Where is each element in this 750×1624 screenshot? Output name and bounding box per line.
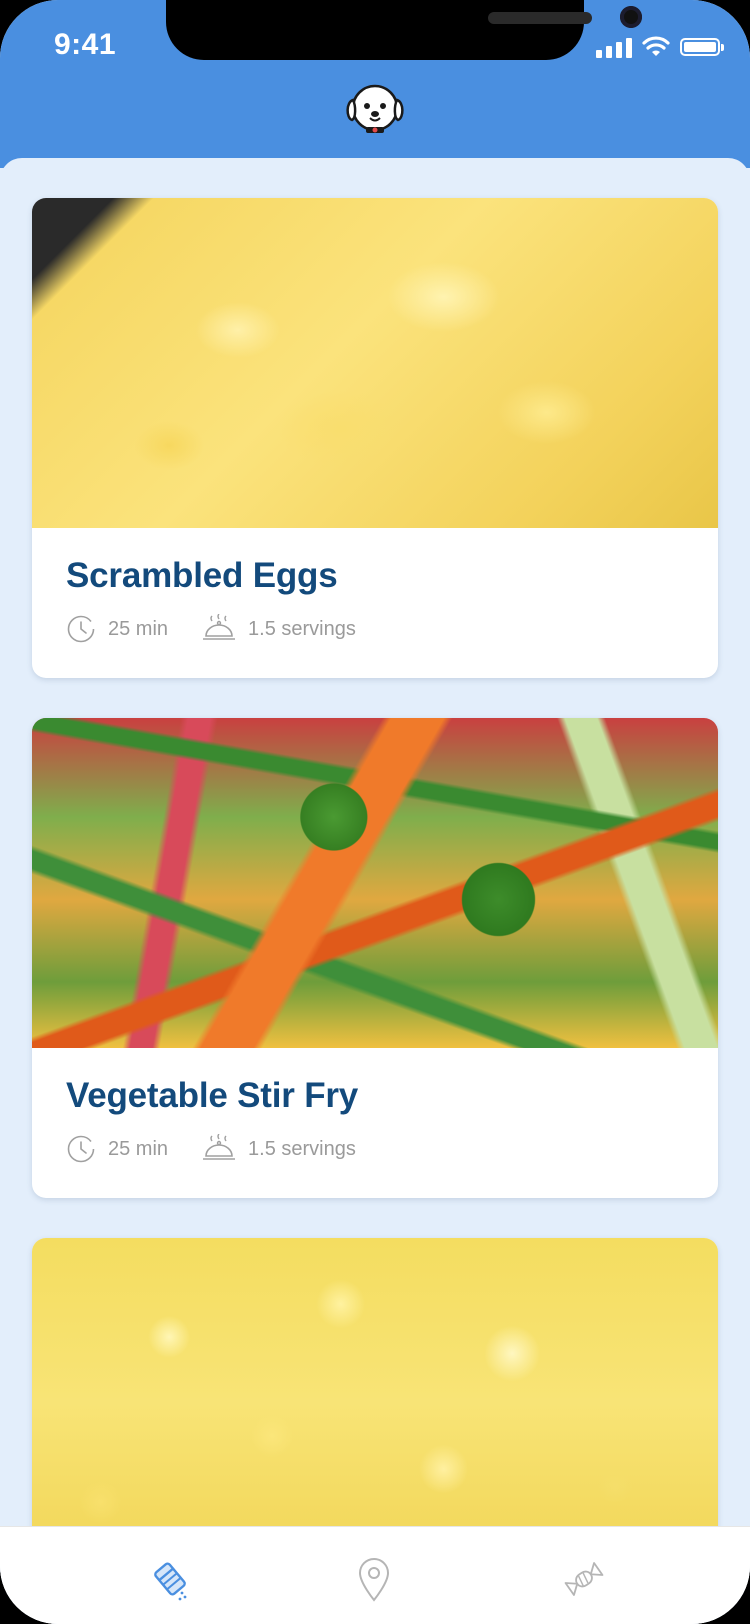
salt-shaker-icon [154, 1562, 187, 1601]
battery-icon [680, 38, 724, 56]
recipe-image [32, 718, 718, 1048]
recipe-servings: 1.5 servings [248, 1137, 356, 1160]
tab-bar [0, 1526, 750, 1624]
tab-treats[interactable] [562, 1555, 606, 1603]
recipe-card[interactable]: Vegetable Stir Fry 25 min 1.5 servings [32, 718, 718, 1198]
recipe-image [32, 198, 718, 528]
app-header: 9:41 [0, 0, 750, 168]
front-camera [620, 6, 642, 28]
recipe-card[interactable] [32, 1238, 718, 1568]
recipe-servings: 1.5 servings [248, 617, 356, 640]
status-icons [596, 36, 724, 58]
wifi-icon [642, 36, 670, 56]
candy-icon [564, 1562, 604, 1596]
recipe-card[interactable]: Scrambled Eggs 25 min 1.5 servings [32, 198, 718, 678]
map-pin-icon [358, 1558, 390, 1602]
recipe-time: 25 min [108, 1137, 169, 1160]
recipe-title: Scrambled Eggs [66, 556, 338, 595]
phone-screen: 9:41 Scrambled Eggs 25 min 1.5 servings … [0, 0, 750, 1624]
recipe-title: Vegetable Stir Fry [66, 1076, 359, 1115]
tab-locations[interactable] [352, 1555, 396, 1603]
serving-dish-icon [203, 1134, 236, 1160]
status-time: 9:41 [54, 28, 117, 61]
recipe-time: 25 min [108, 617, 169, 640]
clock-icon [67, 1135, 95, 1163]
recipe-image [32, 1238, 718, 1568]
clock-icon [67, 615, 95, 643]
serving-dish-icon [203, 614, 236, 640]
tab-recipes[interactable] [148, 1555, 192, 1603]
dog-face-icon[interactable] [344, 80, 406, 138]
device-notch [166, 0, 642, 60]
speaker-grille [488, 12, 592, 24]
signal-icon [596, 36, 632, 58]
